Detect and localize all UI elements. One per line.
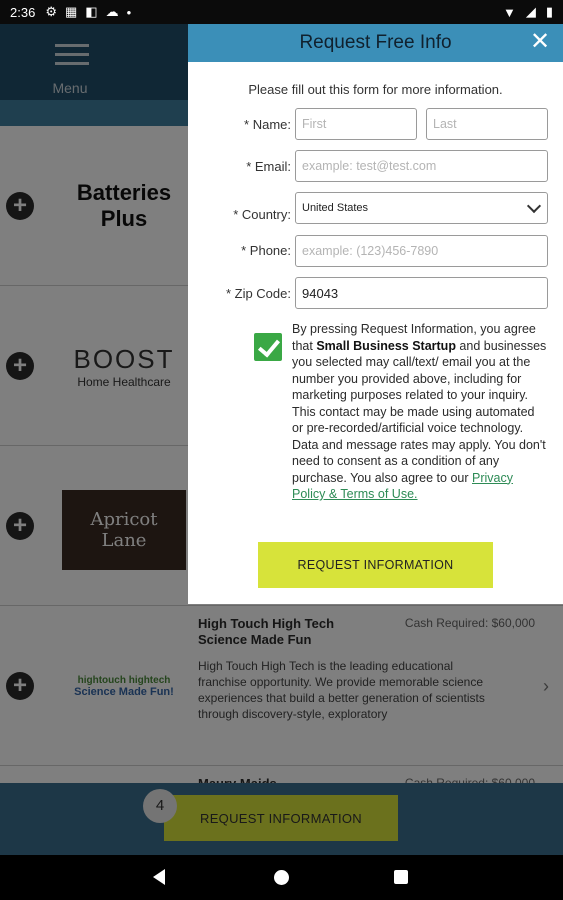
last-name-input[interactable]: Last xyxy=(426,108,548,140)
modal-intro: Please fill out this form for more infor… xyxy=(248,82,503,97)
dot-icon: • xyxy=(126,4,132,20)
recents-icon[interactable] xyxy=(394,870,408,884)
signal-icon: ◢ xyxy=(525,4,536,19)
first-name-placeholder: First xyxy=(302,117,327,131)
zip-input[interactable]: 94043 xyxy=(295,277,548,309)
battery-icon: ▮ xyxy=(545,4,553,19)
consent-company: Small Business Startup xyxy=(316,338,456,353)
consent-text-end: and businesses you selected may call/tex… xyxy=(292,338,547,485)
email-label: * Email: xyxy=(246,159,291,174)
phone-label: * Phone: xyxy=(241,243,291,258)
modal-header: Request Free Info ✕ xyxy=(188,24,563,62)
phone-placeholder: example: (123)456-7890 xyxy=(302,244,439,258)
notification-icons: ⚙ ▦ ◧ ☁ • xyxy=(45,4,131,20)
settings-icon: ⚙ xyxy=(45,4,57,19)
country-label: * Country: xyxy=(233,207,291,222)
last-name-placeholder: Last xyxy=(433,117,457,131)
home-icon[interactable] xyxy=(274,870,289,885)
email-placeholder: example: test@test.com xyxy=(302,159,437,173)
country-select[interactable]: United States xyxy=(295,192,548,224)
close-icon[interactable]: ✕ xyxy=(527,29,553,55)
email-input[interactable]: example: test@test.com xyxy=(295,150,548,182)
status-bar: 2:36 ⚙ ▦ ◧ ☁ • ▼ ◢ ▮ xyxy=(0,0,563,24)
wifi-icon: ▼ xyxy=(502,4,516,20)
first-name-input[interactable]: First xyxy=(295,108,417,140)
status-time: 2:36 xyxy=(10,4,36,20)
back-icon[interactable] xyxy=(153,869,165,885)
name-label: * Name: xyxy=(244,117,291,132)
request-information-button[interactable]: REQUEST INFORMATION xyxy=(258,542,493,588)
consent-checkbox[interactable] xyxy=(254,333,282,361)
cloud-icon: ☁ xyxy=(105,4,119,19)
zip-value: 94043 xyxy=(302,285,339,301)
calendar-icon: ▦ xyxy=(64,4,78,19)
chevron-down-icon xyxy=(526,198,542,214)
modal-title: Request Free Info xyxy=(299,32,452,53)
request-info-modal: Request Free Info ✕ Please fill out this… xyxy=(188,24,563,604)
consent-text: By pressing Request Information, you agr… xyxy=(292,321,548,503)
navigation-bar xyxy=(0,855,563,900)
zip-label: * Zip Code: xyxy=(225,286,291,301)
country-value: United States xyxy=(302,202,369,214)
app-icon: ◧ xyxy=(85,4,98,19)
phone-input[interactable]: example: (123)456-7890 xyxy=(295,235,548,267)
